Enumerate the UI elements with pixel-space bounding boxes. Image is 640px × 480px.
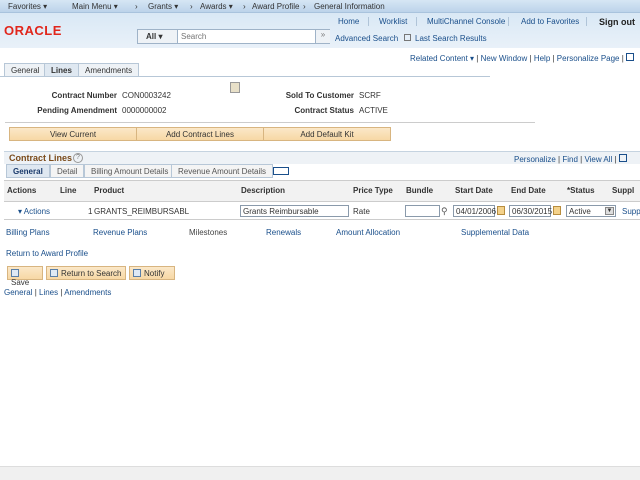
pending-amendment-label: Pending Amendment: [37, 106, 117, 115]
favorites-menu[interactable]: Favorites ▾: [8, 2, 47, 11]
breadcrumb-grants[interactable]: Grants ▾: [148, 2, 178, 11]
related-content-menu[interactable]: Related Content ▾: [410, 54, 474, 63]
contract-lines-header: Contract Lines ? Personalize | Find | Vi…: [4, 151, 640, 164]
search-scope-select[interactable]: All ▾: [138, 30, 178, 43]
contract-number-value: CON0003242: [122, 91, 171, 100]
tab-amendments[interactable]: Amendments: [78, 63, 140, 76]
contract-number-label: Contract Number: [51, 91, 117, 100]
document-icon[interactable]: [230, 82, 240, 93]
add-to-favorites-link[interactable]: Add to Favorites: [521, 17, 579, 26]
row-product: GRANTS_REIMBURSABL: [94, 207, 190, 216]
subtab-detail[interactable]: Detail: [50, 164, 85, 178]
status-select[interactable]: Active ▼: [566, 205, 616, 217]
row-price-type: Rate: [353, 207, 370, 216]
end-date-calendar-icon[interactable]: [553, 206, 561, 215]
save-button[interactable]: Save: [7, 266, 43, 287]
home-link[interactable]: Home: [338, 17, 359, 26]
row-line: 1: [88, 207, 93, 216]
col-start-date: Start Date: [455, 186, 493, 195]
breadcrumb-separator: ›: [190, 2, 193, 11]
amount-allocation-link[interactable]: Amount Allocation: [336, 228, 400, 237]
grid-title: Contract Lines: [9, 153, 73, 163]
sold-to-customer-value: SCRF: [359, 91, 381, 100]
supplemental-data-link[interactable]: Supplemental Data: [461, 228, 529, 237]
col-supplemental: Suppl: [612, 186, 635, 195]
multichannel-console-link[interactable]: MultiChannel Console: [427, 17, 505, 26]
grid-zoom-icon[interactable]: [618, 154, 627, 162]
col-description: Description: [241, 186, 286, 195]
chevron-down-icon: ▼: [605, 207, 614, 215]
personalize-page-link[interactable]: Personalize Page: [557, 54, 620, 63]
page-options-icon[interactable]: [626, 53, 635, 61]
start-date-input[interactable]: 04/01/2006: [453, 205, 496, 217]
notify-button[interactable]: Notify: [129, 266, 175, 280]
page-toolbar: Related Content ▾ | New Window | Help | …: [410, 53, 635, 63]
subtab-general[interactable]: General: [6, 164, 50, 178]
last-search-icon: [404, 34, 411, 41]
add-contract-lines-button[interactable]: Add Contract Lines: [136, 127, 264, 141]
col-price-type: Price Type: [353, 186, 393, 195]
top-nav-bar: Favorites ▾ Main Menu ▾ › Grants ▾ › Awa…: [0, 0, 640, 13]
grid-personalize-link[interactable]: Personalize: [514, 155, 556, 164]
row-actions-menu[interactable]: ▾ Actions: [18, 207, 50, 216]
breadcrumb-awards[interactable]: Awards ▾: [200, 2, 233, 11]
col-actions: Actions: [7, 186, 37, 195]
col-product: Product: [94, 186, 125, 195]
search-go-button[interactable]: »: [315, 30, 330, 43]
bundle-input[interactable]: [405, 205, 440, 217]
footer-lines-link[interactable]: Lines: [39, 288, 58, 297]
advanced-search-link[interactable]: Advanced Search: [335, 34, 398, 43]
milestones-link: Milestones: [189, 228, 228, 237]
notify-icon: [133, 269, 141, 277]
col-bundle: Bundle: [406, 186, 434, 195]
sold-to-customer-label: Sold To Customer: [285, 91, 354, 100]
footer-amendments-link[interactable]: Amendments: [64, 288, 111, 297]
show-all-columns-icon[interactable]: [273, 167, 289, 175]
bundle-lookup-icon[interactable]: ⚲: [441, 206, 448, 217]
search-bar: All ▾ »: [137, 29, 330, 44]
supplemental-link[interactable]: Supp: [622, 207, 640, 216]
renewals-link[interactable]: Renewals: [266, 228, 301, 237]
help-icon[interactable]: ?: [73, 153, 83, 163]
sign-out-link[interactable]: Sign out: [599, 17, 635, 27]
subtab-revenue-amount-details[interactable]: Revenue Amount Details: [171, 164, 274, 178]
subtab-billing-amount-details[interactable]: Billing Amount Details: [84, 164, 176, 178]
tab-general[interactable]: General: [4, 63, 47, 76]
main-menu[interactable]: Main Menu ▾: [72, 2, 118, 11]
return-to-award-profile-link[interactable]: Return to Award Profile: [6, 249, 88, 258]
footer-links: General | Lines | Amendments: [4, 288, 112, 297]
search-input[interactable]: [179, 30, 314, 43]
help-link[interactable]: Help: [534, 54, 550, 63]
breadcrumb-general-information: General Information: [314, 2, 385, 11]
breadcrumb-award-profile[interactable]: Award Profile: [252, 2, 299, 11]
start-date-calendar-icon[interactable]: [497, 206, 505, 215]
view-current-button[interactable]: View Current: [9, 127, 137, 141]
search-icon: [50, 269, 58, 277]
new-window-link[interactable]: New Window: [481, 54, 528, 63]
billing-plans-link[interactable]: Billing Plans: [6, 228, 50, 237]
save-icon: [11, 269, 19, 277]
col-status: *Status: [567, 186, 595, 195]
col-end-date: End Date: [511, 186, 546, 195]
breadcrumb-separator: ›: [135, 2, 138, 11]
grid-view-all-link[interactable]: View All: [584, 155, 612, 164]
last-search-results-link[interactable]: Last Search Results: [415, 34, 487, 43]
horizontal-scrollbar[interactable]: [0, 466, 640, 480]
pending-amendment-value: 0000000002: [122, 106, 167, 115]
description-input[interactable]: Grants Reimbursable: [240, 205, 349, 217]
oracle-logo: ORACLE: [4, 23, 62, 38]
contract-status-label: Contract Status: [294, 106, 354, 115]
end-date-input[interactable]: 06/30/2015: [509, 205, 552, 217]
breadcrumb-separator: ›: [303, 2, 306, 11]
footer-general-link[interactable]: General: [4, 288, 32, 297]
col-line: Line: [60, 186, 77, 195]
add-default-kit-button[interactable]: Add Default Kit: [263, 127, 391, 141]
tab-lines[interactable]: Lines: [44, 63, 79, 76]
grid-find-link[interactable]: Find: [562, 155, 578, 164]
contract-status-value: ACTIVE: [359, 106, 388, 115]
return-to-search-button[interactable]: Return to Search: [46, 266, 126, 280]
breadcrumb-separator: ›: [243, 2, 246, 11]
worklist-link[interactable]: Worklist: [379, 17, 407, 26]
revenue-plans-link[interactable]: Revenue Plans: [93, 228, 147, 237]
